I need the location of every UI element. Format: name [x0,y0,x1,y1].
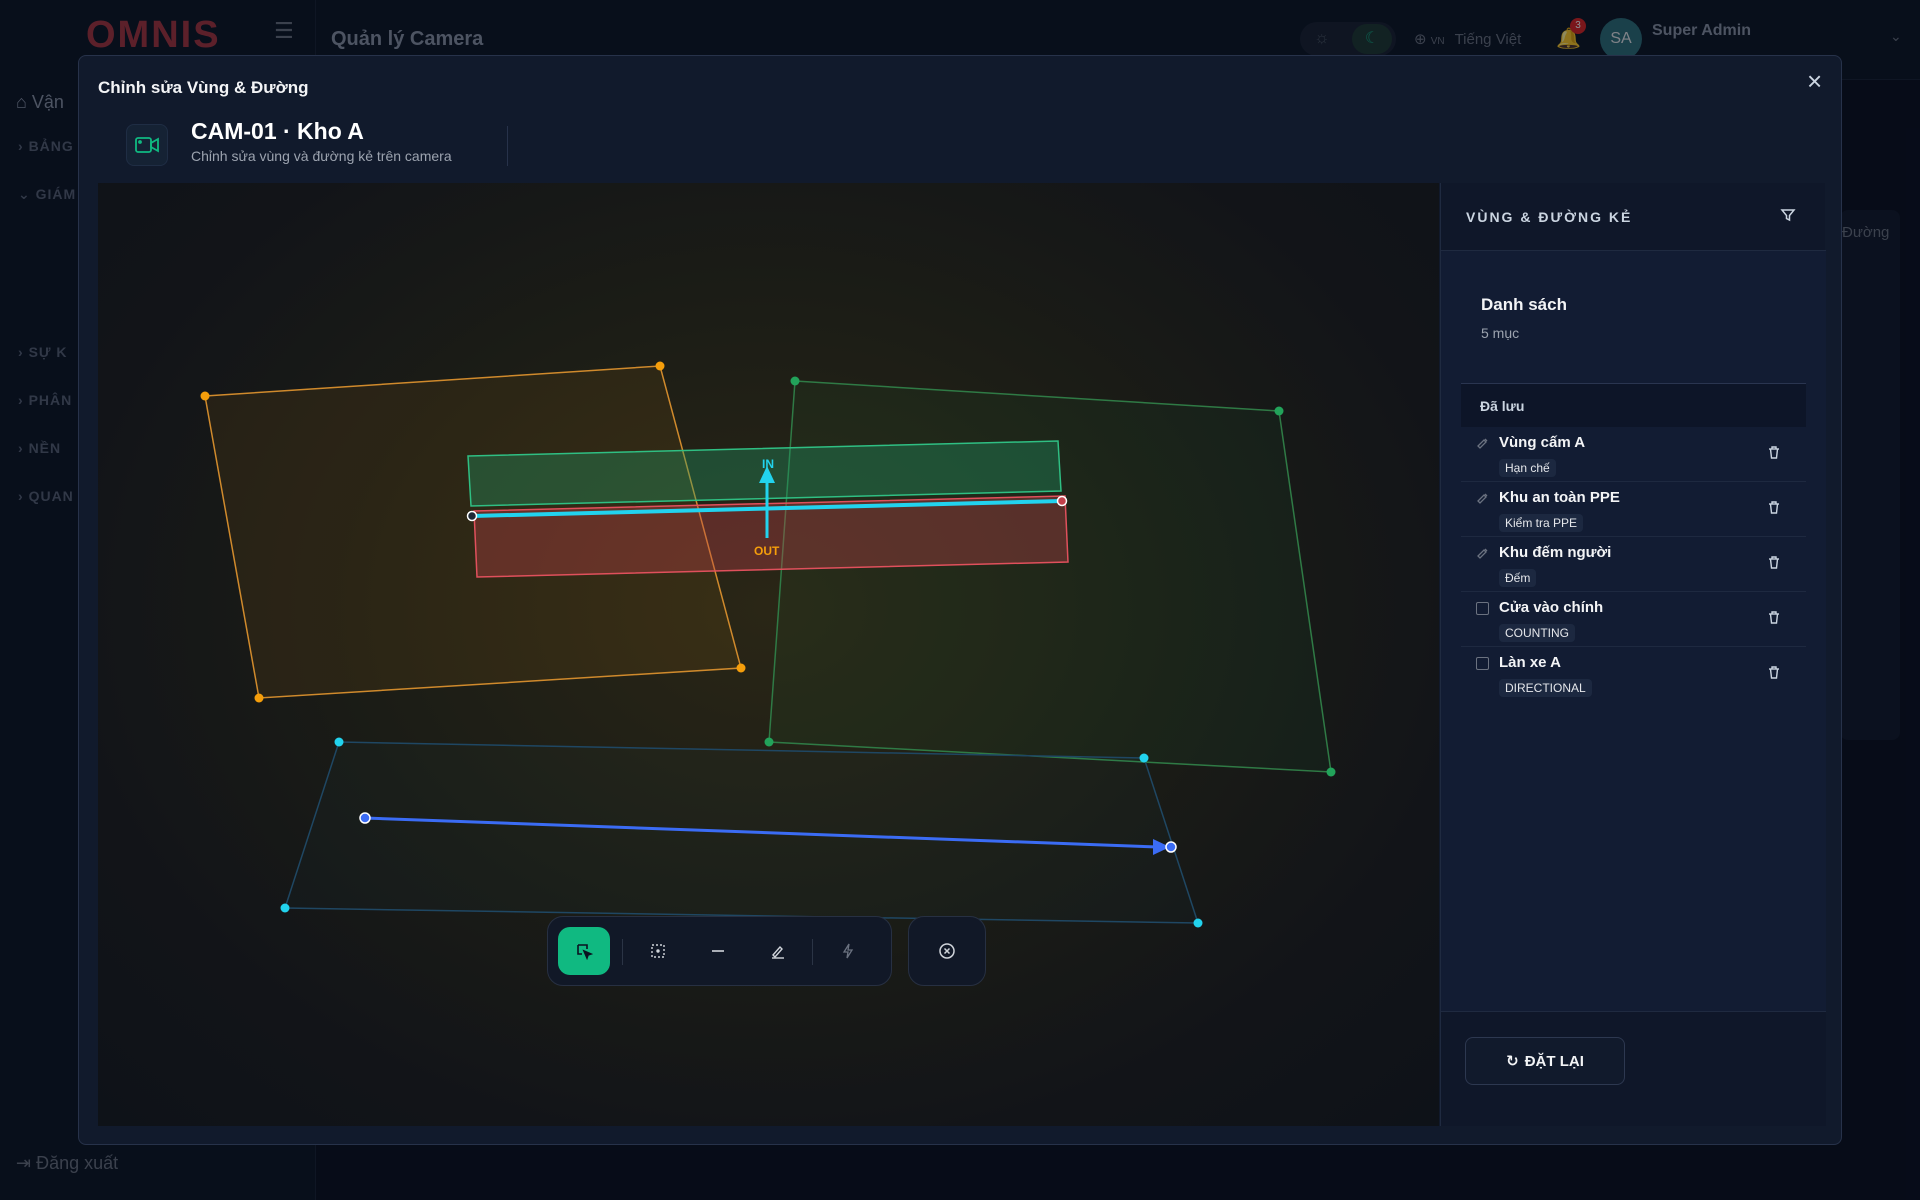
directional-handle-end[interactable] [1165,841,1177,853]
zone-green-vertex[interactable] [790,376,800,386]
draw-icon[interactable] [752,927,804,975]
select-icon[interactable] [558,927,610,975]
edit-icon [1476,546,1490,560]
item-tag: COUNTING [1499,624,1575,642]
zones-panel-footer: ↻ ĐẶT LẠI [1441,1011,1826,1126]
edit-zones-modal: Chỉnh sửa Vùng & Đường × CAM-01 · Kho A … [78,55,1842,1145]
trash-icon[interactable] [1767,445,1781,465]
zone-green-vertex[interactable] [1326,767,1336,777]
zone-orange-vertex[interactable] [200,391,210,401]
item-tag: Đếm [1499,569,1537,587]
camera-name: CAM-01 · Kho A [191,118,364,144]
zones-panel: VÙNG & ĐƯỜNG KẺ Danh sách 5 mục Đã lưu V… [1440,183,1826,1126]
filter-icon[interactable] [1780,207,1796,228]
item-checkbox[interactable] [1476,657,1489,670]
reset-label: ĐẶT LẠI [1524,1052,1584,1070]
cancel-icon[interactable] [908,916,986,986]
item-name: Khu đếm người [1499,544,1612,561]
list-item[interactable]: Làn xe A DIRECTIONAL [1461,647,1806,702]
toolbar-divider [622,939,623,965]
list-count: 5 mục [1481,325,1520,341]
camera-icon [126,124,168,166]
toolbar-divider [812,939,813,965]
trash-icon[interactable] [1767,665,1781,685]
header-divider [507,126,508,166]
item-tag: Hạn chế [1499,459,1556,477]
zone-green[interactable] [768,380,1332,773]
list-item[interactable]: Khu đếm người Đếm [1461,537,1806,592]
item-tag: DIRECTIONAL [1499,679,1592,697]
zones-panel-header: VÙNG & ĐƯỜNG KẺ [1441,183,1826,251]
zone-green-vertex[interactable] [1274,406,1284,416]
zones-list-container: Danh sách 5 mục Đã lưu Vùng cấm A Hạn ch… [1441,251,1826,1011]
trash-icon[interactable] [1767,500,1781,520]
zone-icon[interactable] [632,927,684,975]
counting-line-handle-start[interactable] [466,510,478,522]
flash-icon[interactable] [822,927,874,975]
zone-green-vertex[interactable] [764,737,774,747]
saved-label: Đã lưu [1480,398,1525,414]
zone-cyan-vertex[interactable] [334,737,344,747]
trash-icon[interactable] [1767,555,1781,575]
zone-cyan-vertex[interactable] [1193,918,1203,928]
drawing-toolbar [547,916,892,986]
item-name: Vùng cấm A [1499,434,1586,451]
edit-icon [1476,436,1490,450]
item-checkbox[interactable] [1476,602,1489,615]
zone-orange-vertex[interactable] [655,361,665,371]
item-name: Làn xe A [1499,654,1561,671]
saved-section-header: Đã lưu [1461,383,1806,427]
in-label: IN [762,457,774,471]
zone-orange-vertex[interactable] [736,663,746,673]
zones-panel-title: VÙNG & ĐƯỜNG KẺ [1466,209,1633,225]
item-name: Khu an toàn PPE [1499,489,1620,506]
zone-cyan-vertex[interactable] [1139,753,1149,763]
list-title: Danh sách [1481,295,1567,314]
modal-title: Chỉnh sửa Vùng & Đường [98,78,309,97]
item-name: Cửa vào chính [1499,599,1604,616]
out-label: OUT [754,544,780,558]
refresh-icon: ↻ [1506,1053,1519,1070]
counting-line-handle-end[interactable] [1056,495,1068,507]
camera-subtitle: Chỉnh sửa vùng và đường kẻ trên camera [191,148,452,164]
line-icon[interactable] [692,927,744,975]
edit-icon [1476,491,1490,505]
zone-orange-vertex[interactable] [254,693,264,703]
zone-cyan-vertex[interactable] [280,903,290,913]
item-tag: Kiểm tra PPE [1499,514,1584,532]
reset-button[interactable]: ↻ ĐẶT LẠI [1465,1037,1625,1085]
directional-handle-start[interactable] [359,812,371,824]
trash-icon[interactable] [1767,610,1781,630]
list-item[interactable]: Khu an toàn PPE Kiểm tra PPE [1461,482,1806,537]
list-item[interactable]: Vùng cấm A Hạn chế [1461,427,1806,482]
list-item[interactable]: Cửa vào chính COUNTING [1461,592,1806,647]
close-icon[interactable]: × [1807,68,1822,94]
